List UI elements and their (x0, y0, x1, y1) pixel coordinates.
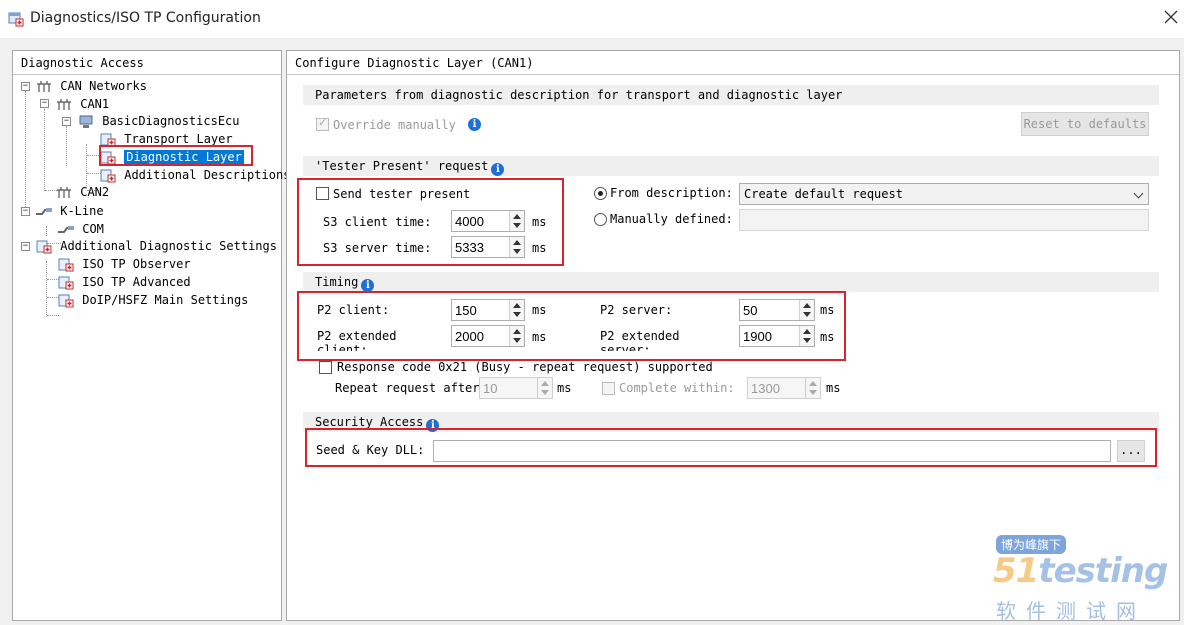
section-title: Parameters from diagnostic description f… (315, 88, 843, 102)
tree-line (46, 226, 47, 236)
section-header: 'Tester Present' request i (303, 156, 1159, 176)
watermark: 博为峰旗下 51testing 软件测试网 (990, 535, 1180, 623)
complete-within-stepper[interactable]: 1300 (747, 377, 821, 399)
manually-defined-label: Manually defined: (610, 212, 733, 226)
complete-within-label: Complete within: (619, 381, 735, 395)
request-dropdown[interactable]: Create default request (739, 183, 1149, 205)
highlight-box (305, 428, 1157, 467)
close-icon[interactable] (1162, 8, 1180, 26)
bus-icon (57, 186, 71, 198)
panel-header: Configure Diagnostic Layer (CAN1) (287, 51, 1179, 75)
tree-item-iso-tp-observer[interactable]: ISO TP Observer (57, 255, 191, 273)
tree-line (25, 91, 26, 211)
tree-item-label: COM (82, 222, 104, 236)
spin-up-icon[interactable] (809, 381, 817, 386)
tree-item-can2[interactable]: CAN2 (55, 183, 109, 201)
tree-line (46, 261, 47, 317)
app-icon (8, 12, 24, 27)
settings-page-icon (58, 258, 74, 271)
highlight-box (297, 291, 846, 361)
highlight-box (297, 178, 564, 266)
highlight-box (99, 145, 253, 166)
tree-item-label: CAN Networks (60, 79, 147, 93)
tree-item-com[interactable]: COM (57, 220, 104, 238)
repeat-request-value: 10 (483, 381, 498, 396)
manually-defined-radio[interactable] (594, 213, 607, 226)
bus-icon (57, 98, 71, 110)
ecu-icon (79, 115, 93, 128)
spin-down-icon[interactable] (541, 390, 549, 395)
tree-item-label: Additional Descriptions (124, 168, 291, 182)
collapse-icon[interactable]: − (62, 117, 71, 126)
tree-item-label: ISO TP Advanced (82, 275, 191, 289)
title-bar: Diagnostics/ISO TP Configuration (0, 0, 1184, 38)
request-dropdown-value: Create default request (744, 187, 903, 201)
chevron-down-icon[interactable] (1133, 188, 1144, 199)
section-title: 'Tester Present' request (315, 159, 489, 173)
tree-item-label: K-Line (60, 204, 104, 218)
watermark-logo: 51testing (993, 551, 1168, 591)
spin-buttons[interactable] (805, 378, 820, 398)
cable-icon (58, 225, 74, 233)
network-icon (37, 80, 51, 92)
tree-item-doip[interactable]: DoIP/HSFZ Main Settings (57, 291, 248, 309)
watermark-logo-word: testing (1038, 551, 1168, 591)
tree-item-label: Additional Diagnostic Settings (60, 239, 277, 253)
section-title: Security Access (315, 415, 424, 429)
spin-up-icon[interactable] (541, 381, 549, 386)
spin-buttons[interactable] (537, 378, 552, 398)
settings-page-icon (100, 169, 116, 182)
complete-within-value: 1300 (751, 381, 780, 396)
collapse-icon[interactable]: − (21, 242, 30, 251)
manually-defined-input[interactable] (739, 209, 1149, 231)
collapse-icon[interactable]: − (21, 207, 30, 216)
tree-line (66, 126, 67, 166)
unit-label: ms (557, 381, 572, 395)
complete-within-checkbox[interactable] (602, 382, 615, 395)
collapse-icon[interactable]: − (40, 99, 49, 108)
override-manually-checkbox[interactable] (316, 116, 329, 131)
info-icon[interactable]: i (468, 118, 481, 131)
tree-item-label: ISO TP Observer (82, 257, 191, 271)
unit-label: ms (826, 381, 841, 395)
tree-item-k-line[interactable]: K-Line (35, 202, 104, 220)
section-header: Timing i (303, 272, 1159, 292)
panel-header: Diagnostic Access (13, 51, 281, 75)
tree-item-ecu[interactable]: BasicDiagnosticsEcu (77, 112, 240, 130)
repeat-request-label: Repeat request after: (335, 381, 487, 395)
tree-item-label: DoIP/HSFZ Main Settings (82, 293, 249, 307)
from-description-radio[interactable] (594, 187, 607, 200)
tree-item-can1[interactable]: CAN1 (55, 95, 109, 113)
tree-item-label: BasicDiagnosticsEcu (102, 114, 240, 128)
tree-line (44, 109, 45, 191)
from-description-label: From description: (610, 186, 733, 200)
tree-item-can-networks[interactable]: CAN Networks (35, 77, 147, 95)
window-title: Diagnostics/ISO TP Configuration (30, 10, 261, 26)
tree-line (86, 144, 87, 186)
reset-to-defaults-button[interactable]: Reset to defaults (1021, 112, 1149, 136)
cable-icon (36, 207, 52, 215)
watermark-logo-number: 51 (993, 551, 1039, 591)
settings-page-icon (58, 294, 74, 307)
settings-page-icon (58, 276, 74, 289)
tree-item-label: Transport Layer (124, 132, 233, 146)
info-icon[interactable]: i (491, 163, 505, 176)
watermark-subtitle: 软件测试网 (996, 599, 1146, 623)
tree-item-additional-descriptions[interactable]: Additional Descriptions (99, 166, 290, 184)
section-header: Parameters from diagnostic description f… (303, 85, 1159, 105)
tree-item-label: CAN2 (80, 185, 110, 199)
repeat-request-stepper[interactable]: 10 (479, 377, 553, 399)
response-code-label: Response code 0x21 (Busy - repeat reques… (337, 360, 713, 374)
tree-item-additional-settings[interactable]: Additional Diagnostic Settings (35, 237, 277, 255)
settings-page-icon (36, 240, 52, 253)
tree-item-iso-tp-advanced[interactable]: ISO TP Advanced (57, 273, 191, 291)
override-manually-label: Override manually (333, 118, 456, 132)
collapse-icon[interactable]: − (21, 82, 30, 91)
section-title: Timing (315, 275, 359, 289)
tree-item-label: CAN1 (80, 97, 110, 111)
spin-down-icon[interactable] (809, 390, 817, 395)
diagnostic-access-panel: Diagnostic Access − CAN Networks − CAN1 … (12, 50, 290, 621)
response-code-checkbox[interactable] (319, 361, 332, 374)
tree-line (47, 315, 59, 316)
